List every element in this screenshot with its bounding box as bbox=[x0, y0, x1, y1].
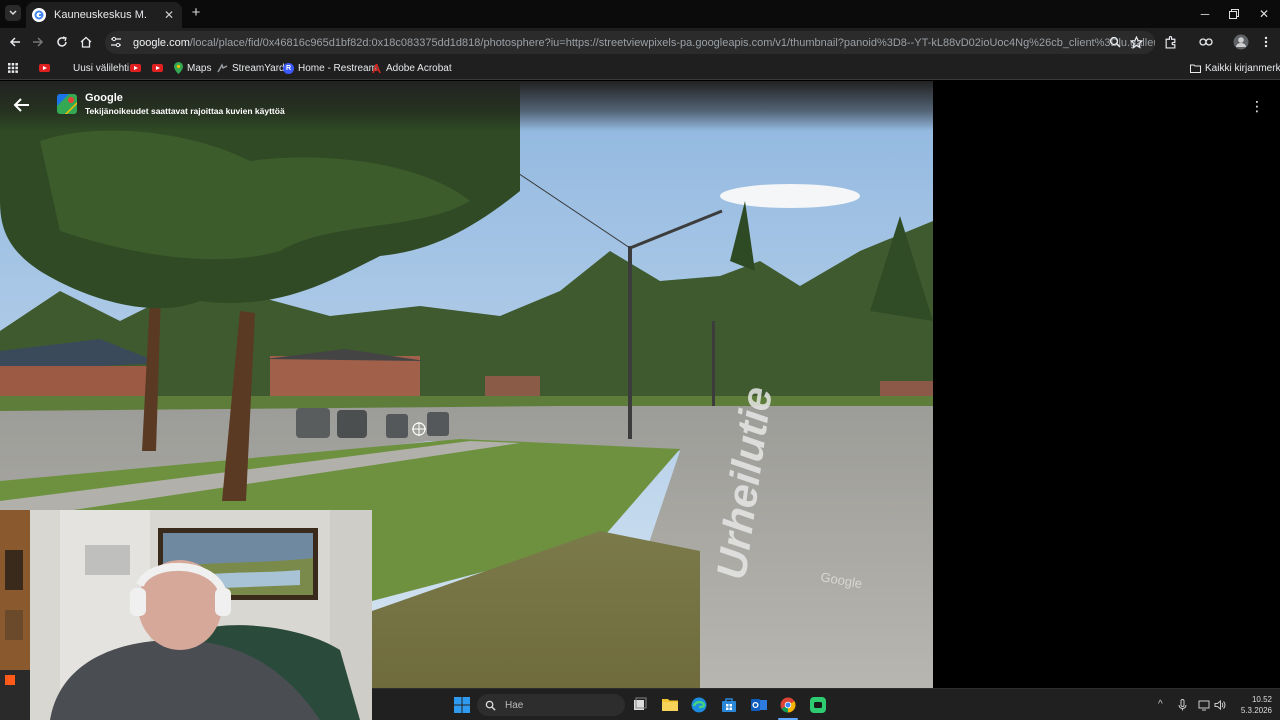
google-maps-logo-icon bbox=[57, 94, 77, 114]
back-button[interactable] bbox=[6, 33, 24, 51]
windows-taskbar: Hae ^ 10.52 5.3.2026 bbox=[372, 688, 1280, 720]
bookmark-youtube-1[interactable] bbox=[39, 60, 50, 76]
bookmark-youtube-2[interactable] bbox=[130, 60, 141, 76]
youtube-icon bbox=[152, 64, 163, 72]
search-icon bbox=[485, 700, 496, 711]
zoom-icon[interactable] bbox=[1106, 33, 1124, 51]
minimize-button[interactable]: ─ bbox=[1189, 0, 1221, 28]
restore-button[interactable] bbox=[1218, 0, 1250, 28]
arrow-left-icon bbox=[13, 98, 29, 112]
empty-side-panel bbox=[933, 81, 1280, 688]
tab-active[interactable]: Kauneuskeskus M. ✕ bbox=[26, 2, 182, 28]
webcam-feed bbox=[0, 510, 372, 720]
browser-menu-icon[interactable] bbox=[1257, 33, 1275, 51]
tab-title: Kauneuskeskus M. bbox=[54, 9, 147, 21]
reload-icon bbox=[57, 36, 67, 47]
maps-icon bbox=[174, 62, 183, 74]
chevron-down-icon bbox=[9, 10, 17, 16]
outlook-icon[interactable] bbox=[751, 697, 767, 713]
close-window-button[interactable]: ✕ bbox=[1248, 0, 1280, 28]
bookmark-restream[interactable]: R Home - Restream bbox=[283, 60, 377, 76]
bookmark-label: Uusi välilehti bbox=[73, 62, 130, 74]
bookmark-label: Maps bbox=[187, 62, 212, 74]
clock-time: 10.52 bbox=[1251, 695, 1272, 704]
clock-date: 5.3.2026 bbox=[1240, 706, 1272, 715]
file-explorer-icon[interactable] bbox=[662, 697, 678, 713]
bookmarks-bar: Uusi välilehti Maps StreamYard R Home - … bbox=[0, 56, 1280, 80]
task-view-icon[interactable] bbox=[633, 697, 649, 713]
taskbar-search[interactable]: Hae bbox=[477, 694, 625, 716]
more-options-icon[interactable]: ⋮ bbox=[1250, 98, 1264, 114]
windows-start-icon[interactable] bbox=[454, 697, 470, 713]
network-icon[interactable] bbox=[1198, 699, 1210, 714]
address-path: /local/place/fid/0x46816c965d1bf82d:0x18… bbox=[189, 36, 1155, 49]
acrobat-icon bbox=[372, 63, 381, 73]
bookmark-uusi-valilehti[interactable]: Uusi välilehti bbox=[73, 60, 129, 76]
volume-icon[interactable] bbox=[1214, 699, 1226, 714]
all-bookmarks-label: Kaikki kirjanmerkit bbox=[1205, 62, 1280, 74]
back-arrow-button[interactable] bbox=[12, 95, 32, 115]
arrow-left-icon bbox=[9, 37, 20, 47]
address-bar[interactable]: google.com/local/place/fid/0x46816c965d1… bbox=[105, 31, 1155, 54]
webcam-overlay bbox=[0, 510, 372, 720]
home-icon bbox=[80, 36, 92, 48]
apps-grid-icon[interactable] bbox=[8, 60, 18, 76]
forward-button[interactable] bbox=[29, 33, 47, 51]
app-green-icon[interactable] bbox=[810, 697, 826, 713]
taskbar-search-placeholder: Hae bbox=[505, 699, 524, 711]
arrow-right-icon bbox=[33, 37, 44, 47]
bookmark-youtube-3[interactable] bbox=[152, 60, 163, 76]
browser-toolbar: google.com/local/place/fid/0x46816c965d1… bbox=[0, 28, 1280, 56]
chrome-icon[interactable] bbox=[780, 697, 796, 713]
bookmark-star-icon[interactable] bbox=[1127, 33, 1145, 51]
streetview-title: Google bbox=[85, 92, 123, 104]
tab-search-button[interactable] bbox=[5, 5, 21, 21]
copyright-notice: Tekijänoikeudet saattavat rajoittaa kuvi… bbox=[85, 106, 285, 116]
system-clock[interactable]: 10.52 5.3.2026 bbox=[1241, 694, 1272, 716]
edge-icon[interactable] bbox=[691, 697, 707, 713]
bookmark-streamyard[interactable]: StreamYard bbox=[217, 60, 285, 76]
close-tab-icon[interactable]: ✕ bbox=[162, 8, 176, 22]
all-bookmarks[interactable]: Kaikki kirjanmerkit bbox=[1190, 60, 1280, 76]
reload-button[interactable] bbox=[53, 33, 71, 51]
site-info-icon[interactable] bbox=[110, 35, 122, 53]
bookmark-label: StreamYard bbox=[232, 62, 285, 74]
new-tab-button[interactable]: + bbox=[188, 5, 204, 21]
streamyard-icon bbox=[217, 62, 228, 72]
bookmark-maps[interactable]: Maps bbox=[174, 60, 211, 76]
folder-icon bbox=[1190, 64, 1201, 73]
youtube-icon bbox=[39, 64, 50, 72]
tray-overflow-icon[interactable]: ^ bbox=[1158, 699, 1163, 710]
profile-avatar[interactable] bbox=[1232, 33, 1250, 51]
youtube-icon bbox=[130, 64, 141, 72]
store-icon[interactable] bbox=[721, 697, 737, 713]
microphone-icon[interactable] bbox=[1178, 699, 1187, 714]
bookmark-label: Home - Restream bbox=[298, 62, 377, 74]
extensions-icon[interactable] bbox=[1161, 33, 1179, 51]
bookmark-acrobat[interactable]: Adobe Acrobat bbox=[371, 60, 452, 76]
address-host: google.com bbox=[133, 36, 190, 49]
restore-icon bbox=[1229, 9, 1239, 19]
google-favicon-icon bbox=[32, 8, 46, 22]
tab-strip: Kauneuskeskus M. ✕ + ─ ✕ bbox=[0, 0, 1280, 28]
bookmark-label: Adobe Acrobat bbox=[386, 62, 452, 74]
home-button[interactable] bbox=[77, 33, 95, 51]
password-manager-icon[interactable] bbox=[1197, 33, 1215, 51]
restream-icon: R bbox=[283, 62, 294, 74]
